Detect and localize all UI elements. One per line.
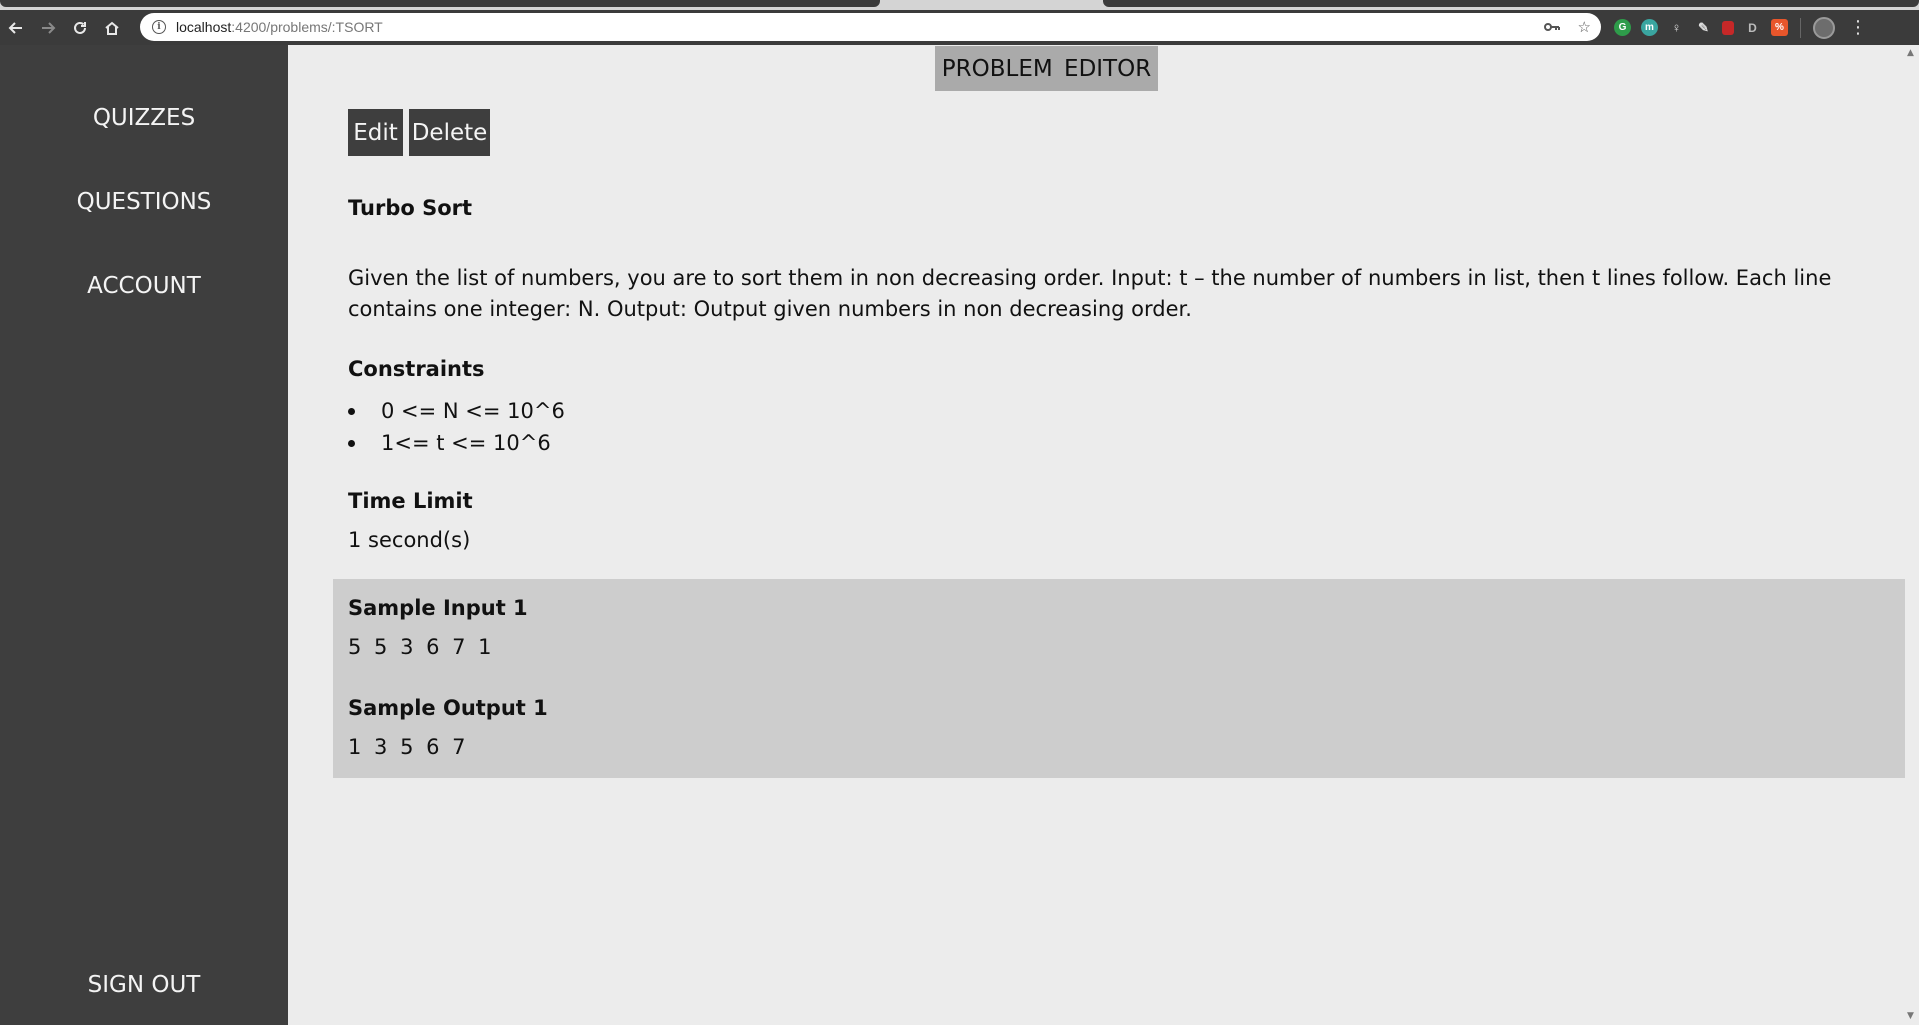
sample-output-value: 1 3 5 6 7 bbox=[348, 735, 469, 759]
extension-percent-icon[interactable]: % bbox=[1771, 19, 1788, 36]
sample-section bbox=[333, 579, 1905, 778]
constraints-list: 0 <= N <= 10^6 1<= t <= 10^6 bbox=[348, 395, 565, 459]
toolbar-divider bbox=[1800, 17, 1801, 38]
sample-input-heading: Sample Input 1 bbox=[348, 596, 528, 620]
problem-name: Turbo Sort bbox=[348, 196, 473, 220]
page-title: PROBLEM EDITOR bbox=[935, 46, 1158, 91]
extension-bulb-icon[interactable]: ♀ bbox=[1668, 19, 1685, 36]
problem-description: Given the list of numbers, you are to so… bbox=[348, 266, 1832, 321]
extensions-bar: G m ♀ ✎ D % ⋮ bbox=[1614, 10, 1867, 45]
time-limit-value: 1 second(s) bbox=[348, 528, 471, 552]
scroll-down-icon[interactable]: ▼ bbox=[1907, 1011, 1914, 1021]
extension-d-icon[interactable]: D bbox=[1744, 19, 1761, 36]
tab-strip bbox=[0, 0, 1919, 10]
main-content bbox=[288, 45, 1905, 1025]
constraint-text: 1<= t <= 10^6 bbox=[381, 431, 551, 455]
url-path: :4200/problems/:TSORT bbox=[231, 19, 383, 35]
delete-button[interactable]: Delete bbox=[409, 109, 490, 156]
extension-pen-icon[interactable]: ✎ bbox=[1695, 19, 1712, 36]
key-icon[interactable] bbox=[1543, 18, 1560, 36]
reload-icon[interactable] bbox=[64, 12, 96, 44]
scroll-up-icon[interactable]: ▲ bbox=[1907, 48, 1914, 58]
forward-arrow-icon[interactable] bbox=[32, 12, 64, 44]
bullet-icon bbox=[348, 440, 355, 447]
sidebar: QUIZZES QUESTIONS ACCOUNT SIGN OUT bbox=[0, 45, 288, 1025]
sign-out-link[interactable]: SIGN OUT bbox=[0, 972, 288, 998]
address-bar[interactable]: i localhost:4200/problems/:TSORT ☆ bbox=[140, 13, 1601, 41]
sample-output-heading: Sample Output 1 bbox=[348, 696, 548, 720]
profile-avatar-icon[interactable] bbox=[1813, 16, 1835, 39]
sidebar-item-account[interactable]: ACCOUNT bbox=[0, 273, 288, 299]
home-icon[interactable] bbox=[96, 12, 128, 44]
back-arrow-icon[interactable] bbox=[0, 12, 32, 44]
browser-menu-icon[interactable]: ⋮ bbox=[1849, 17, 1867, 38]
vertical-scrollbar[interactable] bbox=[1905, 45, 1919, 1025]
sidebar-item-quizzes[interactable]: QUIZZES bbox=[0, 105, 288, 131]
browser-tab[interactable] bbox=[0, 0, 880, 7]
sidebar-item-questions[interactable]: QUESTIONS bbox=[0, 189, 288, 215]
extension-green-icon[interactable]: G bbox=[1614, 19, 1631, 36]
url-host: localhost bbox=[176, 19, 232, 35]
browser-tab[interactable] bbox=[1103, 0, 1919, 7]
site-info-icon[interactable]: i bbox=[152, 20, 166, 34]
browser-toolbar: i localhost:4200/problems/:TSORT ☆ G m ♀… bbox=[0, 10, 1919, 45]
sample-input-value: 5 5 3 6 7 1 bbox=[348, 635, 495, 659]
edit-button[interactable]: Edit bbox=[348, 109, 403, 156]
extension-m-icon[interactable]: m bbox=[1641, 19, 1658, 36]
list-item: 1<= t <= 10^6 bbox=[348, 427, 565, 459]
constraint-text: 0 <= N <= 10^6 bbox=[381, 399, 565, 423]
extension-red-icon[interactable] bbox=[1722, 20, 1734, 35]
constraints-heading: Constraints bbox=[348, 357, 485, 381]
url-text[interactable]: localhost:4200/problems/:TSORT bbox=[176, 19, 383, 35]
bullet-icon bbox=[348, 408, 355, 415]
bookmark-star-icon[interactable]: ☆ bbox=[1578, 18, 1591, 36]
list-item: 0 <= N <= 10^6 bbox=[348, 395, 565, 427]
time-limit-heading: Time Limit bbox=[348, 489, 473, 513]
